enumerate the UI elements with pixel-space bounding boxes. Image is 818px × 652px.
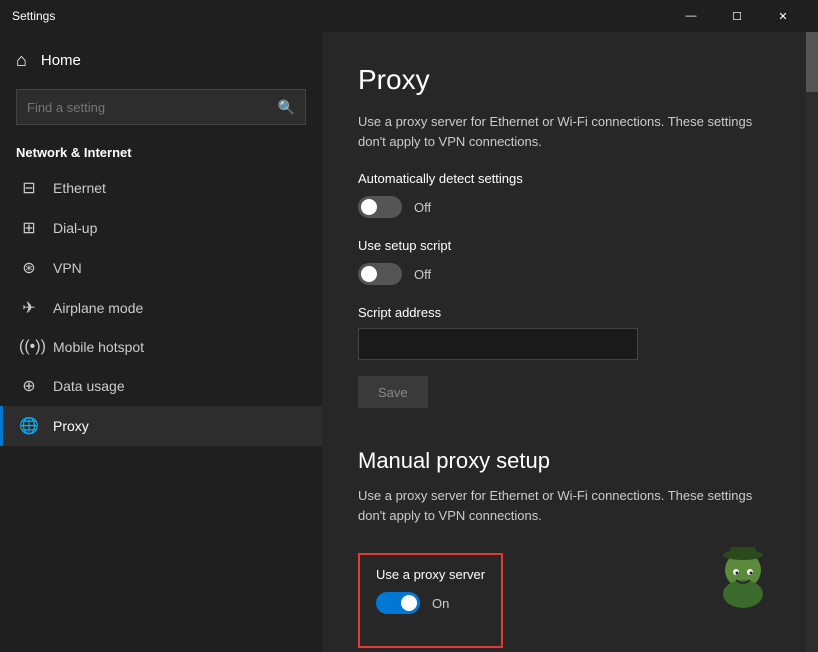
auto-detect-label: Automatically detect settings — [358, 171, 782, 186]
sidebar-item-dialup[interactable]: ⊞ Dial-up — [0, 208, 322, 248]
datausage-icon: ⊕ — [19, 376, 39, 396]
manual-proxy-title: Manual proxy setup — [358, 448, 782, 474]
sidebar-item-label: VPN — [53, 260, 82, 276]
sidebar-item-label: Data usage — [53, 378, 125, 394]
setup-script-row: Off — [358, 263, 782, 285]
sidebar-item-datausage[interactable]: ⊕ Data usage — [0, 366, 322, 406]
ethernet-icon: ⊟ — [19, 178, 39, 198]
proxy-icon: 🌐 — [19, 416, 39, 436]
mascot-image — [708, 542, 778, 612]
content-area: Proxy Use a proxy server for Ethernet or… — [322, 32, 818, 652]
setup-script-label: Use setup script — [358, 238, 782, 253]
app-body: ⌂ Home 🔍 Network & Internet ⊟ Ethernet ⊞… — [0, 32, 818, 652]
use-proxy-highlight: Use a proxy server On — [358, 553, 503, 648]
home-label: Home — [41, 52, 81, 69]
sidebar-item-hotspot[interactable]: ((•)) Mobile hotspot — [0, 328, 322, 366]
sidebar-section-label: Network & Internet — [0, 133, 322, 168]
dialup-icon: ⊞ — [19, 218, 39, 238]
minimize-button[interactable]: — — [668, 0, 714, 32]
sidebar-item-proxy[interactable]: 🌐 Proxy — [0, 406, 322, 446]
hotspot-icon: ((•)) — [19, 338, 39, 356]
scrollbar-track[interactable] — [806, 32, 818, 652]
home-item[interactable]: ⌂ Home — [0, 40, 322, 81]
use-proxy-toggle[interactable] — [376, 592, 420, 614]
manual-proxy-description: Use a proxy server for Ethernet or Wi-Fi… — [358, 486, 782, 525]
scrollbar-thumb[interactable] — [806, 32, 818, 92]
sidebar-item-label: Dial-up — [53, 220, 97, 236]
use-proxy-row: On — [376, 592, 485, 614]
search-icon: 🔍 — [278, 99, 295, 116]
auto-detect-state: Off — [414, 200, 431, 215]
titlebar: Settings — ☐ ✕ — [0, 0, 818, 32]
script-address-label: Script address — [358, 305, 782, 320]
airplane-icon: ✈ — [19, 298, 39, 318]
search-box[interactable]: 🔍 — [16, 89, 306, 125]
use-proxy-label: Use a proxy server — [376, 567, 485, 582]
sidebar-item-label: Mobile hotspot — [53, 339, 144, 355]
script-address-input[interactable] — [358, 328, 638, 360]
setup-script-toggle[interactable] — [358, 263, 402, 285]
auto-proxy-description: Use a proxy server for Ethernet or Wi-Fi… — [358, 112, 782, 151]
sidebar-item-airplane[interactable]: ✈ Airplane mode — [0, 288, 322, 328]
use-proxy-state: On — [432, 596, 449, 611]
close-button[interactable]: ✕ — [760, 0, 806, 32]
home-icon: ⌂ — [16, 50, 27, 71]
sidebar-item-label: Ethernet — [53, 180, 106, 196]
setup-script-knob — [361, 266, 377, 282]
save-button[interactable]: Save — [358, 376, 428, 408]
auto-detect-knob — [361, 199, 377, 215]
auto-detect-toggle[interactable] — [358, 196, 402, 218]
sidebar-item-label: Airplane mode — [53, 300, 143, 316]
sidebar: ⌂ Home 🔍 Network & Internet ⊟ Ethernet ⊞… — [0, 32, 322, 652]
window-controls: — ☐ ✕ — [668, 0, 806, 32]
use-proxy-knob — [401, 595, 417, 611]
page-title: Proxy — [358, 64, 782, 96]
maximize-button[interactable]: ☐ — [714, 0, 760, 32]
search-input[interactable] — [27, 100, 270, 115]
app-title: Settings — [12, 9, 668, 23]
auto-detect-row: Off — [358, 196, 782, 218]
sidebar-item-ethernet[interactable]: ⊟ Ethernet — [0, 168, 322, 208]
sidebar-item-label: Proxy — [53, 418, 89, 434]
setup-script-state: Off — [414, 267, 431, 282]
sidebar-item-vpn[interactable]: ⊛ VPN — [0, 248, 322, 288]
vpn-icon: ⊛ — [19, 258, 39, 278]
